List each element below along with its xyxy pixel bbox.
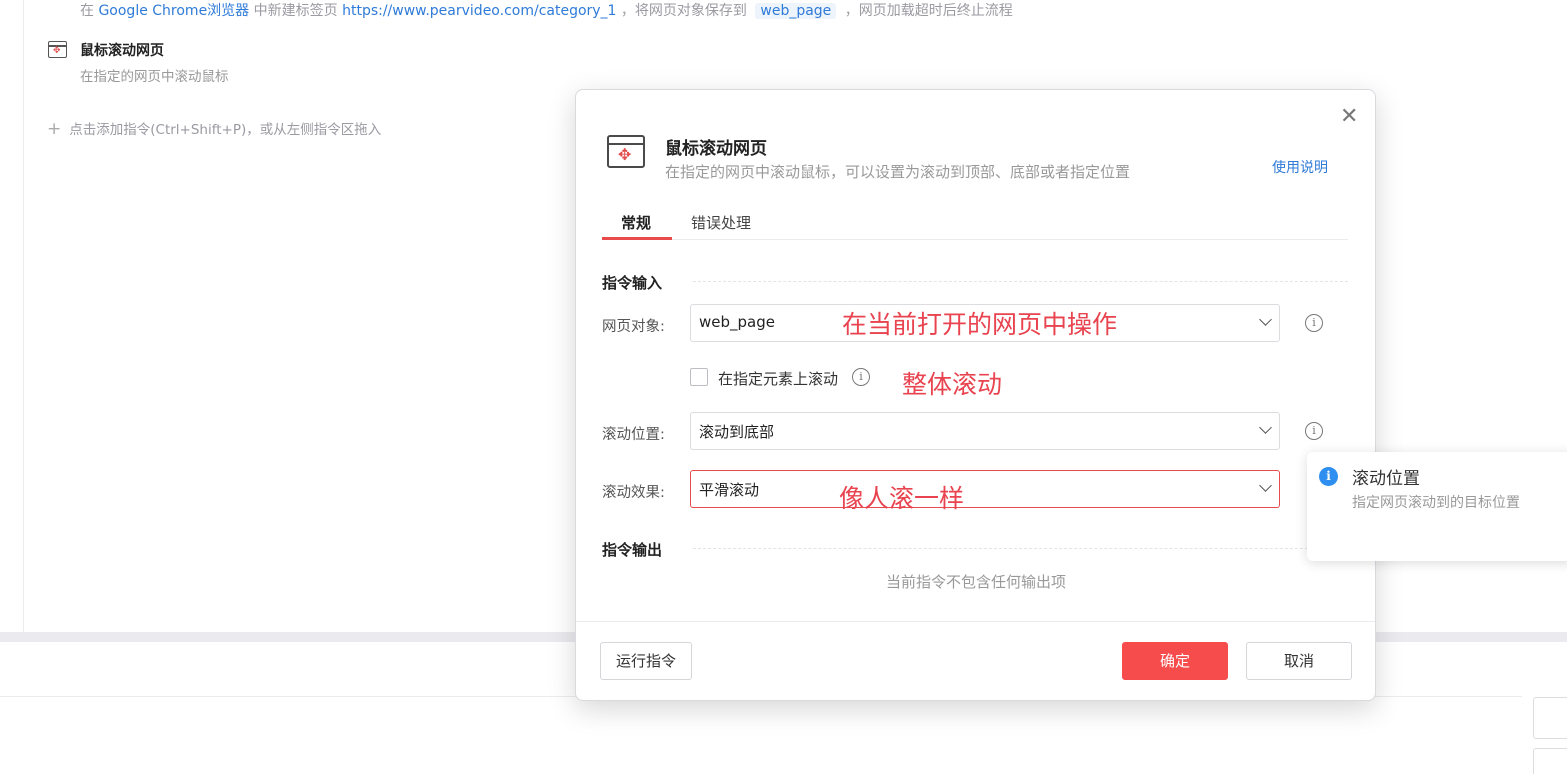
footer-divider [576, 621, 1375, 622]
scroll-position-value: 滚动到底部 [699, 423, 775, 441]
scroll-effect-select[interactable]: 平滑滚动 [690, 470, 1280, 508]
annotation-effect: 像人滚一样 [839, 484, 965, 513]
tooltip-title: 滚动位置 [1352, 469, 1420, 489]
scroll-position-label: 滚动位置: [602, 427, 665, 443]
annotation-web-object: 在当前打开的网页中操作 [842, 310, 1118, 339]
input-section-divider [693, 281, 1348, 282]
plus-icon: + [47, 119, 62, 139]
add-command-hint-text: 点击添加指令(Ctrl+Shift+P)，或从左侧指令区拖入 [69, 122, 382, 138]
command-dialog: ✕ ✥ 鼠标滚动网页 在指定的网页中滚动鼠标，可以设置为滚动到顶部、底部或者指定… [575, 89, 1376, 701]
step1-mid1: 中新建标签页 [253, 3, 338, 19]
cancel-button[interactable]: 取消 [1246, 642, 1352, 680]
step1-suffix: ，网页加载超时后终止流程 [844, 3, 1013, 19]
scroll-page-icon: ✥ [48, 41, 67, 58]
tab-general[interactable]: 常规 [621, 212, 651, 233]
tab-error-handling[interactable]: 错误处理 [691, 212, 751, 233]
scroll-position-select[interactable]: 滚动到底部 [690, 412, 1280, 450]
annotation-checkbox: 整体滚动 [902, 370, 1003, 399]
chevron-down-icon [1259, 479, 1272, 492]
chevron-down-icon [1259, 421, 1272, 434]
scroll-position-tooltip: i 滚动位置 指定网页滚动到的目标位置 [1307, 452, 1567, 561]
dialog-title: 鼠标滚动网页 [665, 139, 767, 159]
chevron-down-icon [1259, 313, 1272, 326]
scroll-on-element-label: 在指定元素上滚动 [718, 370, 839, 388]
step-open-browser-summary[interactable]: 在 Google Chrome浏览器 中新建标签页 https://www.pe… [80, 0, 1013, 20]
step1-mid2: ，将网页对象保存到 [620, 3, 747, 19]
close-icon[interactable]: ✕ [1340, 106, 1358, 128]
output-empty-text: 当前指令不包含任何输出项 [885, 573, 1066, 591]
editor-left-border [23, 0, 24, 632]
scroll-effect-label: 滚动效果: [602, 485, 665, 501]
info-icon[interactable]: i [1305, 314, 1323, 332]
dialog-desc: 在指定的网页中滚动鼠标，可以设置为滚动到顶部、底部或者指定位置 [665, 163, 1131, 181]
output-section-divider [693, 548, 1348, 549]
dialog-tabs: 常规 错误处理 [602, 202, 1348, 240]
step1-url: https://www.pearvideo.com/category_1 [342, 3, 617, 19]
bottom-right-control-2[interactable] [1533, 748, 1567, 774]
help-link[interactable]: 使用说明 [1272, 157, 1328, 177]
web-object-value: web_page [699, 313, 775, 331]
info-icon[interactable]: i [852, 368, 870, 386]
scroll-effect-value: 平滑滚动 [699, 481, 760, 499]
output-section-title: 指令输出 [602, 541, 663, 559]
step1-browser: Google Chrome浏览器 [98, 3, 250, 19]
step2-desc: 在指定的网页中滚动鼠标 [80, 69, 229, 85]
confirm-button[interactable]: 确定 [1122, 642, 1228, 680]
step1-prefix: 在 [80, 3, 94, 19]
web-object-label: 网页对象: [602, 319, 665, 335]
step1-var-chip: web_page [755, 3, 837, 19]
scroll-on-element-checkbox[interactable] [690, 368, 708, 386]
info-icon: i [1319, 467, 1338, 486]
step2-title[interactable]: 鼠标滚动网页 [80, 40, 164, 60]
run-command-button[interactable]: 运行指令 [600, 642, 692, 680]
scroll-page-icon: ✥ [607, 135, 645, 168]
add-command-hint[interactable]: + 点击添加指令(Ctrl+Shift+P)，或从左侧指令区拖入 [47, 118, 381, 139]
input-section-title: 指令输入 [602, 274, 663, 292]
bottom-right-control-1[interactable] [1533, 697, 1567, 739]
active-tab-indicator [602, 237, 672, 240]
info-icon[interactable]: i [1305, 422, 1323, 440]
tooltip-desc: 指定网页滚动到的目标位置 [1352, 495, 1520, 511]
